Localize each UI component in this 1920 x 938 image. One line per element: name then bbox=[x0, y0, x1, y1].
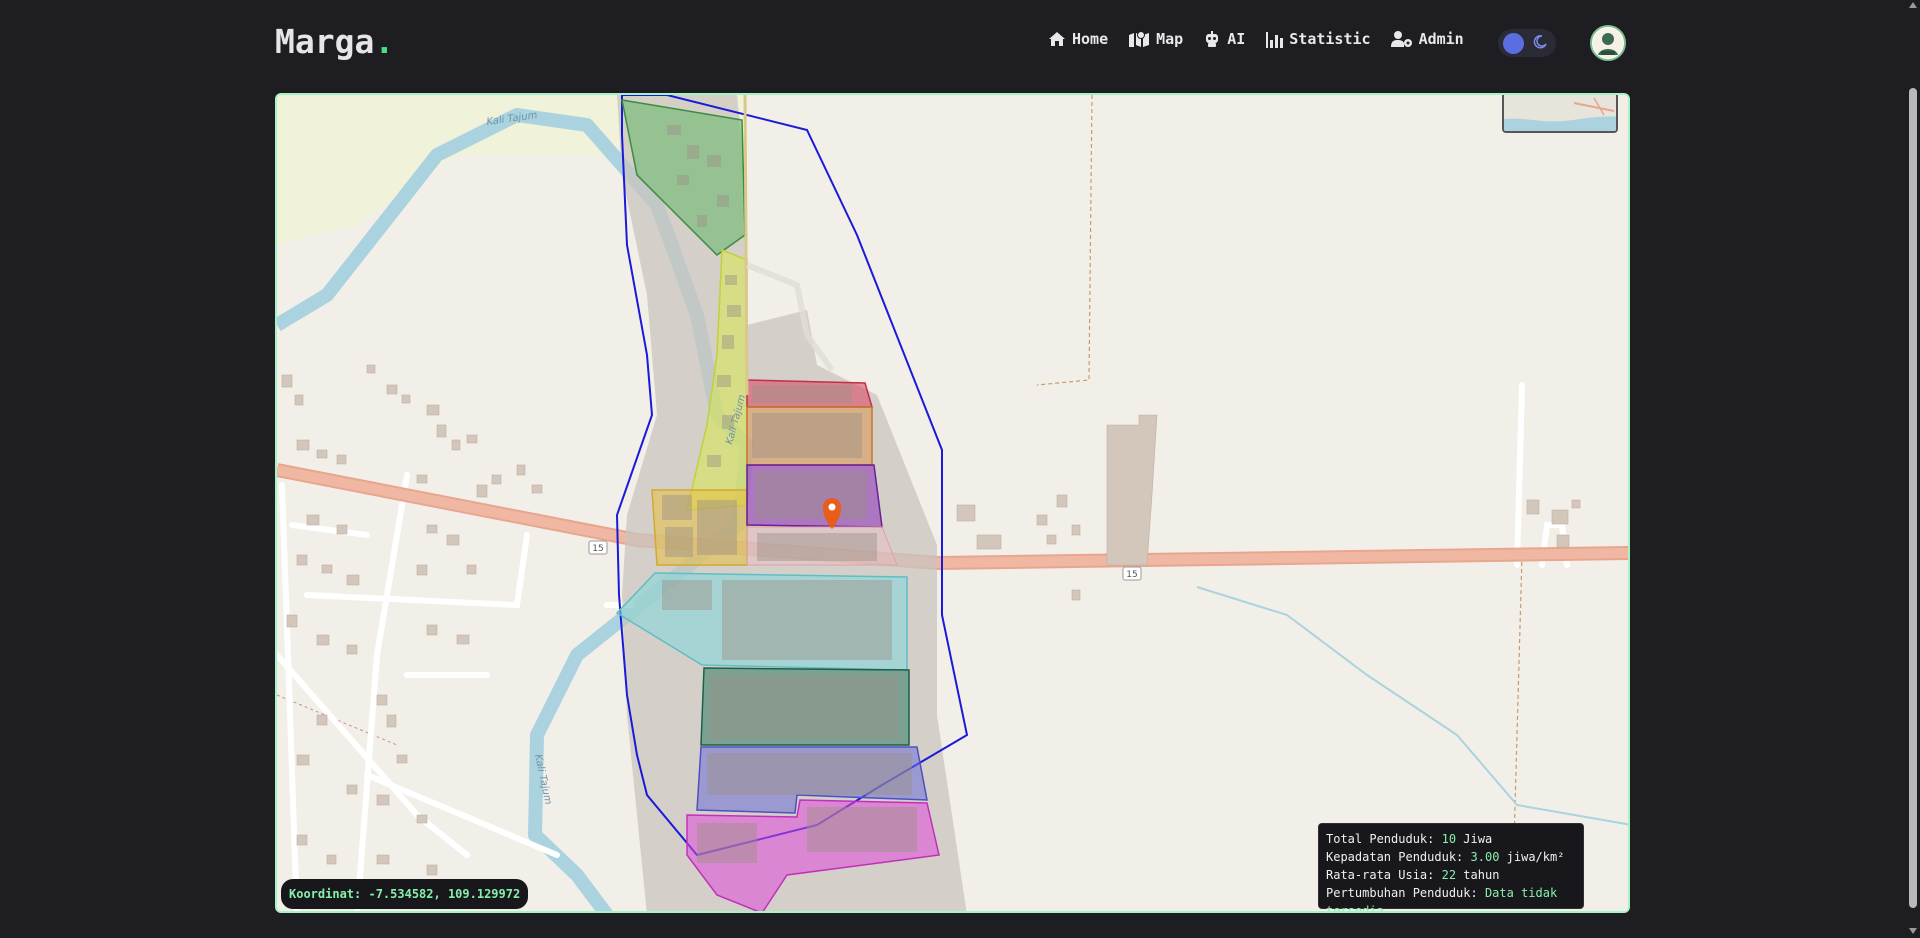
population-stats-panel: Total Penduduk: 10 Jiwa Kepadatan Pendud… bbox=[1318, 823, 1584, 911]
coordinate-value: -7.534582, 109.129972 bbox=[368, 887, 521, 901]
road-shield-2: 15 bbox=[1126, 570, 1137, 580]
navbar: Marga. Home Map AI Statistic Admin bbox=[0, 0, 1920, 90]
scroll-down-icon[interactable] bbox=[1909, 928, 1917, 934]
theme-toggle[interactable] bbox=[1498, 29, 1556, 57]
nav-home[interactable]: Home bbox=[1048, 30, 1108, 48]
toggle-knob bbox=[1503, 33, 1524, 54]
nav-admin[interactable]: Admin bbox=[1390, 30, 1464, 48]
robot-icon bbox=[1206, 31, 1219, 47]
nav-map-label: Map bbox=[1156, 30, 1184, 48]
map-container[interactable]: 15 15 Kali Tajum Kali Tajum Kali Tajum K… bbox=[275, 93, 1630, 913]
nav-admin-label: Admin bbox=[1418, 30, 1464, 48]
map-canvas[interactable]: 15 15 Kali Tajum Kali Tajum Kali Tajum bbox=[277, 95, 1630, 913]
minimap[interactable] bbox=[1502, 95, 1618, 133]
nav-statistic[interactable]: Statistic bbox=[1265, 30, 1371, 48]
stat-density: Kepadatan Penduduk: 3.00 jiwa/km² bbox=[1326, 850, 1565, 864]
road-shield-1: 15 bbox=[592, 544, 603, 554]
nav-links: Home Map AI Statistic Admin bbox=[1048, 30, 1484, 48]
nav-ai[interactable]: AI bbox=[1203, 30, 1245, 48]
stat-population: Total Penduduk: 10 Jiwa bbox=[1326, 832, 1493, 846]
avatar[interactable] bbox=[1590, 25, 1626, 61]
coordinate-display: Koordinat: -7.534582, 109.129972 bbox=[281, 879, 529, 909]
nav-ai-label: AI bbox=[1227, 30, 1246, 48]
nav-map[interactable]: Map bbox=[1128, 30, 1183, 48]
minimap-canvas bbox=[1504, 95, 1616, 131]
scroll-thumb[interactable] bbox=[1909, 88, 1917, 908]
map-icon bbox=[1129, 31, 1150, 47]
moon-icon bbox=[1533, 35, 1547, 49]
nav-home-label: Home bbox=[1072, 30, 1109, 48]
scroll-up-icon[interactable] bbox=[1909, 2, 1917, 8]
stat-age: Rata-rata Usia: 22 tahun bbox=[1326, 868, 1500, 882]
coordinate-label: Koordinat: bbox=[289, 887, 362, 901]
user-gear-icon bbox=[1390, 31, 1412, 47]
app-logo[interactable]: Marga. bbox=[275, 22, 394, 61]
home-icon bbox=[1049, 32, 1065, 46]
nav-statistic-label: Statistic bbox=[1289, 30, 1371, 48]
stat-growth: Pertumbuhan Penduduk: Data tidak tersedi… bbox=[1326, 886, 1558, 913]
page-scrollbar[interactable] bbox=[1906, 0, 1920, 938]
avatar-icon bbox=[1593, 28, 1623, 58]
bar-chart-icon bbox=[1266, 32, 1284, 48]
